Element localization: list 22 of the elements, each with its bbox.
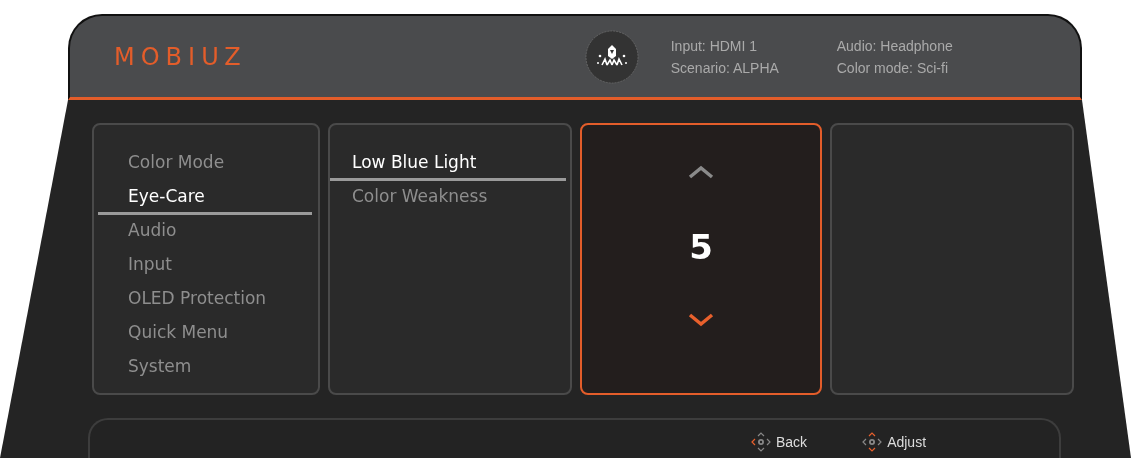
- hint-label: Adjust: [887, 434, 927, 450]
- status-text: Color mode: Sci-fi: [836, 59, 949, 76]
- menu-item[interactable]: Audio: [94, 215, 318, 249]
- joystick-icon: [750, 431, 772, 453]
- hint-label: Back: [776, 434, 808, 450]
- menu-item[interactable]: Eye-Care: [98, 181, 312, 215]
- joystick-icon: [861, 431, 884, 453]
- menu-item[interactable]: Color Mode: [94, 147, 318, 181]
- status-text: Scenario: ALPHA: [670, 59, 780, 76]
- value-text: 5: [689, 227, 713, 267]
- brand-logo: MOBIUZ: [114, 42, 247, 71]
- menu-item[interactable]: Input: [94, 249, 318, 283]
- submenu-item[interactable]: Color Weakness: [330, 181, 570, 215]
- status-text: Input: HDMI 1: [670, 37, 759, 54]
- menu-item[interactable]: OLED Protection: [94, 283, 318, 317]
- rocket-icon: [584, 29, 639, 84]
- menu-item[interactable]: System: [94, 351, 318, 385]
- submenu-item[interactable]: Low Blue Light: [330, 147, 566, 181]
- chevron-up-icon[interactable]: [688, 165, 714, 179]
- chevron-down-icon[interactable]: [688, 313, 714, 327]
- menu-item[interactable]: Quick Menu: [94, 317, 318, 351]
- status-text: Audio: Headphone: [836, 37, 954, 54]
